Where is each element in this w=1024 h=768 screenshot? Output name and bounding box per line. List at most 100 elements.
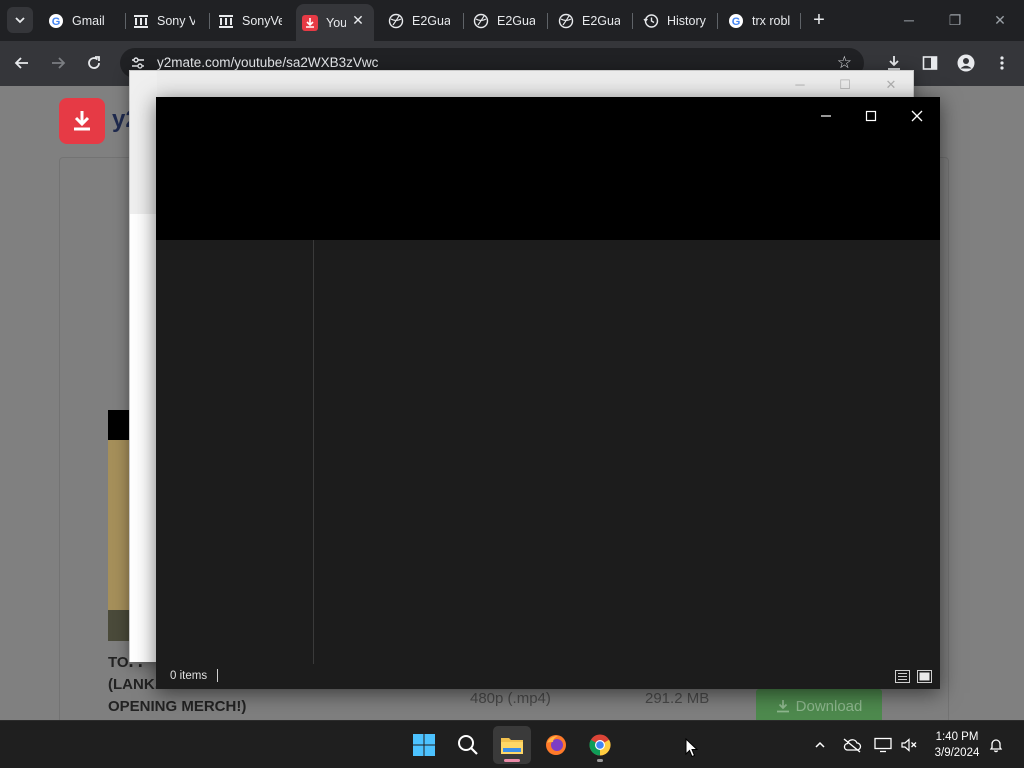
tab-title: Sony V [157,13,195,28]
tab-title: E2Guar [582,13,620,28]
close-button[interactable] [894,101,940,131]
status-divider [217,669,218,682]
download-icon [776,700,789,713]
tab-divider [800,13,801,29]
show-hidden-icons-chevron-icon[interactable] [810,735,830,755]
desktop: G Gmail Sony V SonyVe You ✕ E2Gua E2Gua … [0,0,1024,768]
tab-search-button[interactable] [7,7,33,33]
firefox-taskbar-button[interactable] [537,726,575,764]
notification-bell-icon[interactable] [986,735,1006,755]
globe-icon [558,13,574,29]
start-button[interactable] [405,726,443,764]
tab-sony-1[interactable]: Sony V [133,4,195,37]
tab-divider [717,13,718,29]
cloud-offline-icon[interactable] [842,735,862,755]
profile-avatar-icon[interactable] [956,53,976,73]
tab-e2guardian-2[interactable]: E2Guar [473,4,535,37]
dialog-side-panel-white [130,214,157,662]
reload-icon [88,56,100,69]
windows-icon [413,734,435,756]
dialog-side-panel [130,71,157,214]
search-button[interactable] [449,726,487,764]
explorer-header [156,97,940,240]
svg-text:G: G [732,16,741,28]
tab-title: Gmail [72,13,105,28]
tab-title: You [326,15,346,30]
tab-e2guardian-3[interactable]: E2Guar [558,4,620,37]
url-text: y2mate.com/youtube/sa2WXB3zVwc [157,55,379,70]
navigation-pane[interactable] [156,240,314,664]
details-view-icon[interactable] [894,668,910,684]
tab-title: History [667,13,706,28]
firefox-icon [546,735,566,755]
item-count: 0 items [170,670,208,682]
search-icon [458,735,478,755]
google-icon: G [728,13,744,29]
tab-divider [209,13,210,29]
large-icons-view-icon[interactable] [916,668,932,684]
maximize-icon[interactable]: ☐ [835,77,855,93]
tab-e2guardian-1[interactable]: E2Guar [388,4,450,37]
minimize-button[interactable] [803,101,849,131]
maximize-icon [865,110,877,122]
reload-button[interactable] [83,52,105,74]
folder-icon [501,738,523,754]
download-label: Download [795,697,863,715]
minimize-icon[interactable]: ─ [899,10,919,30]
clock-time: 1:40 PM [935,731,979,743]
mouse-cursor-icon [685,738,699,758]
globe-icon [473,13,489,29]
tab-title: SonyVe [242,13,282,28]
new-tab-button[interactable]: + [809,10,829,30]
chevron-down-icon [15,17,25,24]
close-icon [911,110,923,122]
kebab-menu-icon[interactable] [992,53,1012,73]
format-label: 480p (.mp4) [470,690,551,707]
tab-divider [632,13,633,29]
tab-divider [125,13,126,29]
svg-text:G: G [52,16,61,28]
minimize-icon [821,115,831,117]
chrome-taskbar-button[interactable] [581,726,619,764]
history-icon [643,13,659,29]
tab-title: E2Guar [497,13,535,28]
volume-muted-icon[interactable] [899,735,919,755]
status-bar: 0 items [156,664,940,689]
tab-title: trx robl [752,13,790,28]
site-info-icon[interactable] [130,55,146,71]
tab-sony-2[interactable]: SonyVe [218,4,282,37]
network-icon[interactable] [873,735,893,755]
globe-icon [388,13,404,29]
maximize-button[interactable] [848,101,894,131]
close-tab-icon[interactable]: ✕ [350,12,366,28]
side-panel-icon[interactable] [920,53,940,73]
close-icon[interactable]: ✕ [881,77,901,93]
file-explorer-window: 0 items [156,97,940,689]
tab-google-search[interactable]: G trx robl [728,4,790,37]
running-indicator [504,759,520,762]
back-arrow-icon [14,57,28,69]
tab-divider [547,13,548,29]
bank-icon [218,13,234,29]
taskbar: 1:40 PM 3/9/2024 [0,720,1024,768]
file-explorer-taskbar-button[interactable] [493,726,531,764]
bank-icon [133,13,149,29]
google-icon: G [48,13,64,29]
file-list-area[interactable] [315,240,940,664]
download-button[interactable]: Download [756,689,882,720]
chrome-icon [589,734,611,756]
close-window-icon[interactable]: ✕ [990,10,1010,30]
running-indicator [597,759,603,762]
forward-button[interactable] [47,52,69,74]
restore-icon[interactable]: ❐ [945,10,965,30]
y2mate-logo [59,98,105,144]
clock-date: 3/9/2024 [934,747,980,759]
minimize-icon[interactable]: ─ [790,77,810,93]
system-clock[interactable]: 1:40 PM 3/9/2024 [928,729,986,761]
tab-history[interactable]: History [643,4,715,37]
tab-strip: G Gmail Sony V SonyVe You ✕ E2Gua E2Gua … [0,0,1024,41]
tab-gmail[interactable]: G Gmail [48,4,122,37]
y2mate-icon [302,14,318,31]
filesize-label: 291.2 MB [645,690,710,707]
back-button[interactable] [11,52,33,74]
